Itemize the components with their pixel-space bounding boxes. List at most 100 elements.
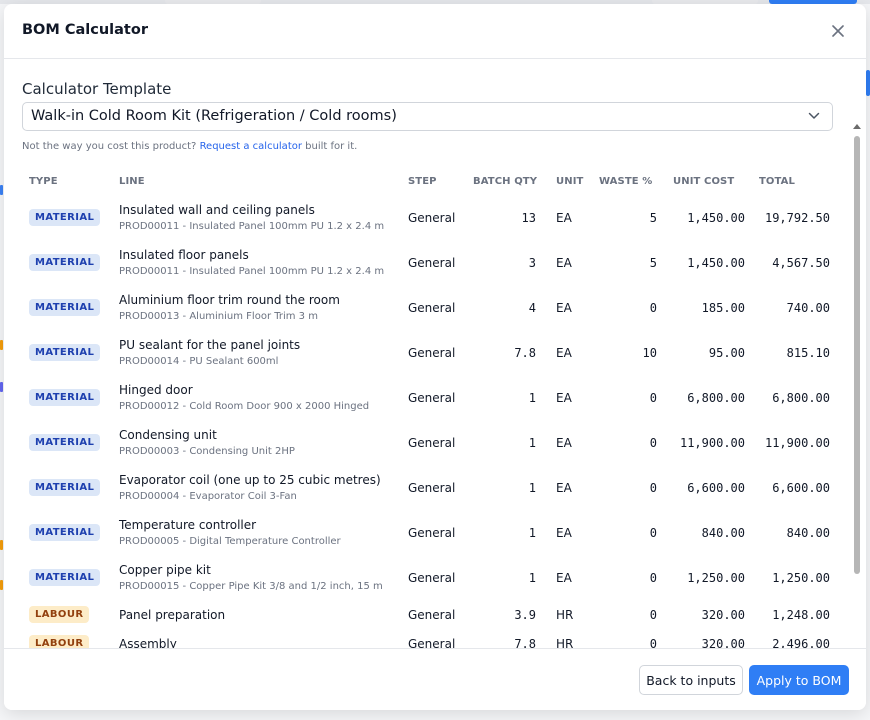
cell-unit-cost: 320.00 bbox=[701, 607, 745, 622]
cell-line: Panel preparation bbox=[119, 600, 408, 629]
cell-step: General bbox=[408, 345, 456, 360]
modal-scrollbar[interactable] bbox=[852, 123, 862, 648]
cell-type: MATERIAL bbox=[22, 465, 119, 510]
cell-step: General bbox=[408, 480, 456, 495]
cell-type: MATERIAL bbox=[22, 510, 119, 555]
cell-unit: EA bbox=[556, 480, 572, 495]
cell-step: General bbox=[408, 607, 456, 622]
type-badge: MATERIAL bbox=[29, 479, 101, 496]
cell-unit-cost: 320.00 bbox=[701, 636, 745, 649]
hint-text: Not the way you cost this product? bbox=[22, 141, 197, 152]
line-product: PROD00011 - Insulated Panel 100mm PU 1.2… bbox=[119, 221, 385, 232]
cell-total: 19,792.50 bbox=[764, 210, 830, 225]
cell-total: 1,248.00 bbox=[772, 607, 830, 622]
cell-batch-qty: 3 bbox=[528, 255, 536, 270]
line-product: PROD00013 - Aluminium Floor Trim 3 m bbox=[119, 311, 318, 322]
line-product: PROD00005 - Digital Temperature Controll… bbox=[119, 536, 341, 547]
cell-line: Temperature controller PROD00005 - Digita… bbox=[119, 510, 408, 555]
cell-type: LABOUR bbox=[22, 600, 119, 629]
cell-unit-cost: 6,600.00 bbox=[687, 480, 745, 495]
hint-suffix: built for it. bbox=[305, 141, 358, 152]
column-header-line: LINE bbox=[119, 175, 145, 187]
type-badge: MATERIAL bbox=[29, 434, 101, 451]
cell-unit: EA bbox=[556, 390, 572, 405]
table-row: MATERIAL Temperature controller PROD00005 … bbox=[22, 510, 830, 555]
close-button[interactable] bbox=[828, 20, 848, 40]
cell-type: MATERIAL bbox=[22, 330, 119, 375]
cell-type: MATERIAL bbox=[22, 555, 119, 600]
line-name: Condensing unit bbox=[119, 428, 217, 442]
background-marker bbox=[0, 540, 3, 550]
scrollbar-thumb[interactable] bbox=[854, 136, 860, 574]
cell-waste: 5 bbox=[649, 255, 657, 270]
cell-batch-qty: 13 bbox=[521, 210, 536, 225]
cell-unit-cost: 185.00 bbox=[701, 300, 745, 315]
background-right-edge bbox=[866, 70, 870, 96]
cell-unit-cost: 840.00 bbox=[701, 525, 745, 540]
column-header-total: TOTAL bbox=[759, 175, 795, 187]
modal-title: BOM Calculator bbox=[22, 22, 148, 38]
table-row: MATERIAL Insulated wall and ceiling panel… bbox=[22, 195, 830, 240]
type-badge: MATERIAL bbox=[29, 344, 101, 361]
table-row: MATERIAL Insulated floor panels PROD00011 … bbox=[22, 240, 830, 285]
cell-unit-cost: 6,800.00 bbox=[687, 390, 745, 405]
type-badge: LABOUR bbox=[29, 635, 90, 648]
line-product: PROD00014 - PU Sealant 600ml bbox=[119, 356, 279, 367]
cell-total: 740.00 bbox=[786, 300, 830, 315]
line-name: Copper pipe kit bbox=[119, 563, 211, 577]
back-to-inputs-button[interactable]: Back to inputs bbox=[639, 665, 743, 695]
modal-header: BOM Calculator bbox=[4, 4, 866, 59]
calculator-template-label: Calculator Template bbox=[22, 80, 172, 98]
cell-waste: 0 bbox=[649, 390, 657, 405]
calculator-template-value: Walk-in Cold Room Kit (Refrigeration / C… bbox=[31, 108, 397, 124]
cell-waste: 0 bbox=[649, 480, 657, 495]
cell-unit: HR bbox=[556, 636, 574, 649]
request-calculator-link[interactable]: Request a calculator bbox=[200, 141, 302, 152]
line-name: Insulated wall and ceiling panels bbox=[119, 203, 315, 217]
scroll-up-arrow-icon[interactable] bbox=[853, 123, 861, 130]
line-name: PU sealant for the panel joints bbox=[119, 338, 301, 352]
cell-type: MATERIAL bbox=[22, 285, 119, 330]
table-header-row: TYPE LINE STEP BATCH QTY UNIT WASTE % UN… bbox=[22, 167, 830, 195]
cell-total: 6,600.00 bbox=[772, 480, 830, 495]
table-row: MATERIAL Aluminium floor trim round the r… bbox=[22, 285, 830, 330]
table-row: MATERIAL Evaporator coil (one up to 25 cu… bbox=[22, 465, 830, 510]
modal-body: Calculator Template Walk-in Cold Room Ki… bbox=[4, 59, 866, 648]
line-product: PROD00015 - Copper Pipe Kit 3/8 and 1/2 … bbox=[119, 581, 383, 592]
cell-unit-cost: 11,900.00 bbox=[679, 435, 745, 450]
cell-type: MATERIAL bbox=[22, 375, 119, 420]
type-badge: MATERIAL bbox=[29, 569, 101, 586]
table-row: MATERIAL Hinged door PROD00012 - Cold Room… bbox=[22, 375, 830, 420]
cell-waste: 0 bbox=[649, 607, 657, 622]
modal-footer: Back to inputs Apply to BOM bbox=[4, 648, 866, 710]
type-badge: MATERIAL bbox=[29, 389, 101, 406]
cell-step: General bbox=[408, 210, 456, 225]
cell-unit: EA bbox=[556, 255, 572, 270]
cell-unit-cost: 1,250.00 bbox=[687, 570, 745, 585]
table-row: MATERIAL Copper pipe kit PROD00015 - Coppe… bbox=[22, 555, 830, 600]
type-badge: MATERIAL bbox=[29, 254, 101, 271]
line-name: Hinged door bbox=[119, 383, 193, 397]
apply-to-bom-button[interactable]: Apply to BOM bbox=[749, 665, 849, 695]
calculator-template-select[interactable]: Walk-in Cold Room Kit (Refrigeration / C… bbox=[22, 102, 833, 131]
template-hint: Not the way you cost this product? Reque… bbox=[22, 141, 357, 152]
cell-line: Aluminium floor trim round the room PROD0… bbox=[119, 285, 408, 330]
line-name: Evaporator coil (one up to 25 cubic metr… bbox=[119, 473, 381, 487]
cell-step: General bbox=[408, 390, 456, 405]
cell-total: 815.10 bbox=[786, 345, 830, 360]
line-name: Assembly bbox=[119, 636, 177, 649]
cell-line: Evaporator coil (one up to 25 cubic metr… bbox=[119, 465, 408, 510]
line-name: Aluminium floor trim round the room bbox=[119, 293, 340, 307]
cell-batch-qty: 1 bbox=[528, 525, 536, 540]
cell-type: MATERIAL bbox=[22, 240, 119, 285]
type-badge: MATERIAL bbox=[29, 299, 101, 316]
cell-type: MATERIAL bbox=[22, 195, 119, 240]
column-header-step: STEP bbox=[408, 175, 437, 187]
table-row: LABOUR Panel preparation General 3.9 HR 0 320.… bbox=[22, 600, 830, 629]
table-row: MATERIAL PU sealant for the panel joints P… bbox=[22, 330, 830, 375]
cell-step: General bbox=[408, 435, 456, 450]
cell-step: General bbox=[408, 570, 456, 585]
cell-waste: 10 bbox=[642, 345, 657, 360]
type-badge: MATERIAL bbox=[29, 524, 101, 541]
line-product: PROD00011 - Insulated Panel 100mm PU 1.2… bbox=[119, 266, 385, 277]
